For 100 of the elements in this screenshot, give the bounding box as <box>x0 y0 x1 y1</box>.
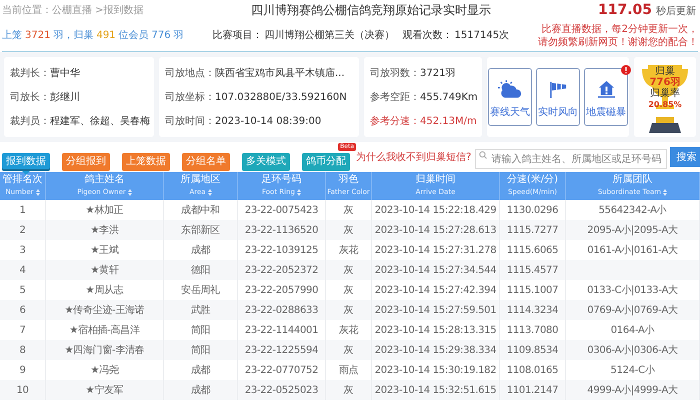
table-cell-text: 9 <box>19 364 26 378</box>
sort-icon[interactable] <box>663 188 668 196</box>
table-cell-text: 德阳 <box>190 264 210 278</box>
windsock-icon <box>548 80 568 99</box>
tab[interactable]: 鸽币分配 <box>302 152 350 170</box>
table-cell-text: 4 <box>19 264 26 278</box>
column-title: 分速(米/分) <box>506 174 558 186</box>
info-value: 2023-10-14 08:39:00 <box>215 114 322 128</box>
table-cell-text: 7 <box>19 324 26 338</box>
table-cell-text: ★宿柏插-高昌洋 <box>69 324 140 338</box>
column-title: 足环号码 <box>262 174 302 186</box>
sort-icon[interactable] <box>128 188 132 196</box>
table-cell-text: 1130.0296 <box>506 204 558 218</box>
table-cell-text: 东部新区 <box>181 224 220 238</box>
table-cell-text: 3 <box>19 244 26 258</box>
column-title: 羽色 <box>338 174 358 186</box>
table-cell-text: 1114.3234 <box>506 304 558 318</box>
table-cell-text: 6 <box>19 304 26 318</box>
table-cell-text: 2023-10-14 15:30:19.182 <box>374 364 496 378</box>
table-cell-text: 23-22-1039125 <box>244 244 318 258</box>
table-cell-text: 灰 <box>344 384 354 398</box>
stats-text: 羽，归巢 <box>53 28 94 43</box>
table-cell-text: 2023-10-14 15:27:31.278 <box>374 244 496 258</box>
sms-help-link[interactable]: 为什么我收不到归巢短信? <box>356 150 472 164</box>
table-cell-text: ★冯尧 <box>90 364 119 378</box>
tab[interactable]: 分组报到 <box>62 152 110 170</box>
info-label: 司放长： <box>10 90 50 104</box>
table-cell-text: 2023-10-14 15:32:51.615 <box>374 384 496 398</box>
notice-text: 请勿频繁刷新网页！谢谢您的配合！ <box>538 36 698 48</box>
table-cell-text: 1115.7277 <box>506 224 558 238</box>
tab[interactable]: 上笼数据 <box>122 152 170 170</box>
table-cell-text: ★林加正 <box>86 204 124 218</box>
table-cell-text: 0306-A小|0306-A大 <box>587 344 678 358</box>
table-cell-text: 5124-C小 <box>610 364 654 378</box>
table-cell-text: 1108.0165 <box>506 364 558 378</box>
table-cell-text: 灰 <box>344 284 354 298</box>
table-cell-text: 23-22-2057990 <box>244 284 318 298</box>
tool-button[interactable]: 实时风向 <box>536 68 580 126</box>
table-cell-text: 成都中和 <box>181 204 220 218</box>
tool-button[interactable]: 赛线天气 <box>488 68 532 126</box>
info-value: 陕西省宝鸡市凤县平木镇庙... <box>215 66 345 80</box>
stats-text: 上笼 <box>2 28 22 43</box>
sort-icon[interactable] <box>297 188 301 196</box>
stats-text: 776 <box>152 29 171 43</box>
table-cell-text: 灰 <box>344 344 354 358</box>
trophy-count: 776羽 <box>650 77 680 88</box>
info-label: 司放羽数： <box>370 66 420 80</box>
countdown-label: 秒后更新 <box>656 4 696 18</box>
table-cell-text: 5 <box>19 284 26 298</box>
sort-icon[interactable] <box>208 188 212 196</box>
table-cell-text: 0133-C小|0133-A大 <box>587 284 678 298</box>
search-button[interactable]: 搜索 <box>670 147 700 167</box>
table-cell-text: 灰花 <box>338 244 358 258</box>
table-cell-text: ★宁友军 <box>86 384 124 398</box>
table-cell-text: 武胜 <box>190 304 210 318</box>
table-cell-text: 灰 <box>344 224 354 238</box>
tab[interactable]: 多关模式 <box>242 152 290 170</box>
info-label: 司放时间： <box>165 114 215 128</box>
table-cell-text: 0161-A小|0161-A大 <box>587 244 678 258</box>
table-cell-text: 1 <box>19 204 26 218</box>
views-count: 1517145次 <box>454 29 510 43</box>
table-cell-text: 灰 <box>344 204 354 218</box>
table-cell-text: 简阳 <box>190 324 210 338</box>
table-cell-text: 灰 <box>344 264 354 278</box>
info-label: 参考空距： <box>370 90 420 104</box>
table-cell-text: 1115.6065 <box>506 244 558 258</box>
info-value: 107.032880E/33.592160N <box>215 90 347 104</box>
table-cell-text: 1115.1007 <box>506 284 558 298</box>
race-name: 四川博翔公棚第三关（决赛） <box>264 28 395 43</box>
table-cell-text: 1113.7080 <box>506 324 558 338</box>
house-alert-icon <box>598 80 614 99</box>
trophy-label: 归巢 <box>655 66 675 77</box>
table-cell-text: ★周从志 <box>86 284 124 298</box>
stats-text: 3721 <box>25 29 50 43</box>
info-value: 452.13M/m <box>420 114 477 128</box>
search-field[interactable]: 请输入鸽主姓名、所属地区或足环号码 <box>475 149 668 170</box>
table-cell-text: 4999-A小|4999-A大 <box>587 384 678 398</box>
table-cell-text: 简阳 <box>190 344 210 358</box>
table-cell-text: 成都 <box>190 244 210 258</box>
sort-icon[interactable] <box>36 188 40 196</box>
table-cell-text: ★李洪 <box>90 224 119 238</box>
table-cell-text: 1101.2147 <box>506 384 558 398</box>
table-cell-text: 2023-10-14 15:29:38.334 <box>374 344 496 358</box>
table-cell-text: 23-22-0770752 <box>244 364 318 378</box>
info-value: 程建军、徐超、吴春梅 <box>50 114 150 128</box>
stats-text: 位会员 <box>118 29 149 43</box>
info-value: 455.749Km <box>420 90 478 104</box>
table-cell-text: 1109.8534 <box>506 344 558 358</box>
table-cell-text: 0769-A小|0769-A大 <box>587 304 678 318</box>
info-value: 曹中华 <box>50 66 80 80</box>
table-cell-text: 23-22-0075423 <box>244 204 318 218</box>
table-cell-text: 2023-10-14 15:27:42.394 <box>374 284 496 298</box>
table-cell-text: 成都 <box>190 384 210 398</box>
tool-button[interactable]: 地震磁暴 <box>584 68 628 126</box>
table-cell-text: 2023-10-14 15:22:18.429 <box>374 204 496 218</box>
column-title: 所属地区 <box>180 174 220 186</box>
table-cell-text: 2023-10-14 15:27:28.613 <box>374 224 496 238</box>
table-cell-text: 23-22-1144001 <box>244 324 318 338</box>
tab[interactable]: 分组名单 <box>182 152 230 170</box>
table-cell-text: 0164-A小 <box>610 324 654 338</box>
